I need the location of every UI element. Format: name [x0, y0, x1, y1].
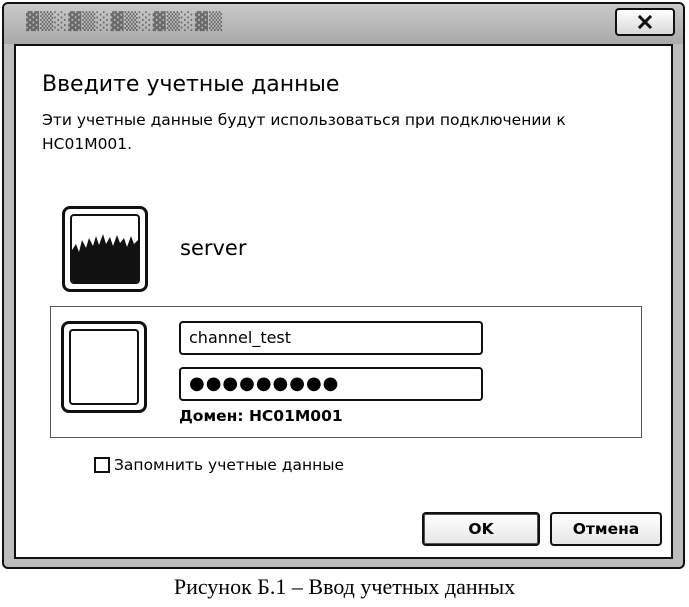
remember-checkbox[interactable] [94, 457, 110, 473]
ok-button[interactable]: OK [422, 512, 540, 546]
server-image-icon [62, 206, 148, 292]
user-tile-icon [61, 321, 147, 413]
close-button[interactable] [615, 8, 675, 36]
dialog-heading: Введите учетные данные [42, 72, 340, 97]
credential-tile[interactable]: channel_test ●●●●●●●●● Домен: HC01M001 [50, 306, 642, 438]
credentials-dialog: ▓▒░▓▒░▓▒░▓▒░▓▒ Введите учетные данные Эт… [2, 2, 685, 569]
dialog-description: Эти учетные данные будут использоваться … [42, 111, 566, 153]
username-input[interactable]: channel_test [179, 321, 483, 355]
server-name: server [180, 236, 247, 260]
window-title-blurred: ▓▒░▓▒░▓▒░▓▒░▓▒ [26, 12, 224, 32]
dialog-content: Введите учетные данные Эти учетные данны… [14, 44, 673, 559]
close-icon [637, 14, 653, 30]
title-bar[interactable]: ▓▒░▓▒░▓▒░▓▒░▓▒ [4, 4, 683, 44]
remember-label: Запомнить учетные данные [114, 456, 345, 474]
cancel-button[interactable]: Отмена [550, 512, 662, 546]
figure-caption: Рисунок Б.1 – Ввод учетных данных [173, 574, 516, 599]
remember-credentials[interactable]: Запомнить учетные данные [94, 456, 344, 474]
password-input[interactable]: ●●●●●●●●● [179, 367, 483, 401]
domain-label: Домен: HC01M001 [179, 407, 343, 425]
